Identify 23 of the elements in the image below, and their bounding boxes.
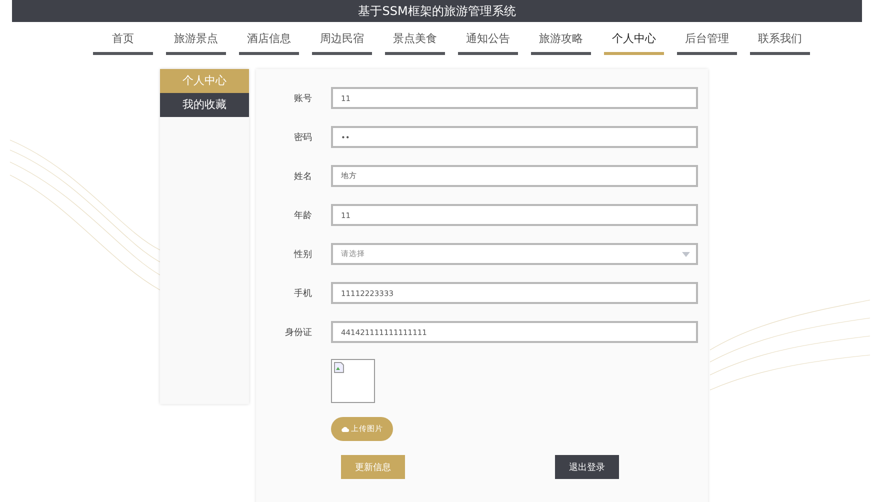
nav-tab[interactable]: 景点美食: [385, 31, 445, 55]
field-label: 密码: [293, 132, 313, 144]
nav-tab[interactable]: 酒店信息: [239, 31, 299, 55]
dropdown-arrow-icon: [682, 252, 690, 256]
nav-tab[interactable]: 旅游攻略: [531, 31, 591, 55]
sidebar-item[interactable]: 我的收藏: [160, 93, 249, 117]
field-label: 姓名: [293, 170, 313, 182]
nav-tab[interactable]: 旅游景点: [166, 31, 226, 55]
field-label: 性别: [292, 248, 313, 260]
nav-tab[interactable]: 通知公告: [458, 31, 518, 55]
field-label: 身份证: [284, 326, 313, 338]
field-label: 手机: [293, 288, 313, 300]
site-title: 基于SSM框架的旅游管理系统: [358, 2, 516, 20]
nav-tab[interactable]: 后台管理: [677, 31, 737, 55]
nav-tab[interactable]: 周边民宿: [312, 31, 372, 55]
cloud-icon: [341, 426, 349, 432]
logout-button[interactable]: 退出登录: [555, 455, 619, 479]
nav-tab[interactable]: 个人中心: [604, 31, 664, 55]
nav-tab[interactable]: 首页: [93, 31, 153, 55]
broken-image-icon: [334, 362, 344, 373]
field-label: 年龄: [293, 210, 313, 222]
nav-tab[interactable]: 联系我们: [750, 31, 810, 55]
field-label: 账号: [293, 92, 313, 104]
